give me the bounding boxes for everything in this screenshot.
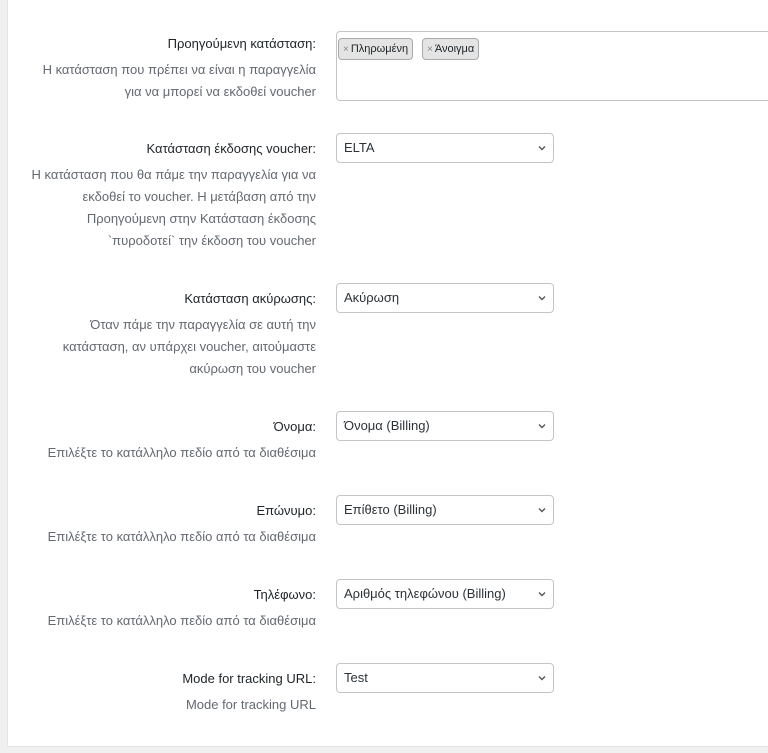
cancel-status-label: Κατάσταση ακύρωσης: (184, 291, 316, 306)
desc-line: Προηγούμενη στην Κατάσταση έκδοσης (86, 211, 316, 226)
select-value: Ακύρωση (344, 290, 400, 305)
chevron-down-icon (537, 580, 547, 608)
previous-status-multiselect[interactable]: × Πληρωμένη × Άνοιγμα (336, 31, 768, 101)
phone-label: Τηλέφωνο: (253, 587, 316, 602)
desc-line: Mode for tracking URL (185, 697, 316, 712)
tracking-mode-label: Mode for tracking URL: (182, 671, 316, 686)
desc-line: κατάσταση, αν υπάρχει voucher, αιτούμαστ… (62, 339, 316, 354)
last-name-label: Επώνυμο: (256, 503, 316, 518)
desc-line: Επιλέξτε το κατάλληλο πεδίο από τα διαθέ… (47, 613, 316, 628)
previous-status-label: Προηγούμενη κατάσταση: (167, 36, 316, 51)
desc-line: Η κατάσταση που θα πάμε την παραγγελία γ… (31, 167, 316, 182)
tag-label: Πληρωμένη (350, 43, 409, 55)
first-name-desc: Επιλέξτε το κατάλληλο πεδίο από τα διαθέ… (16, 442, 316, 464)
desc-line: Όταν πάμε την παραγγελία σε αυτή την (90, 317, 316, 332)
tracking-mode-select[interactable]: Test (336, 663, 554, 693)
select-value: Όνομα (Billing) (344, 418, 430, 433)
first-name-select[interactable]: Όνομα (Billing) (336, 411, 554, 441)
phone-desc: Επιλέξτε το κατάλληλο πεδίο από τα διαθέ… (16, 610, 316, 632)
select-value: Test (344, 670, 368, 685)
chevron-down-icon (537, 412, 547, 440)
desc-line: `πυροδοτεί` την έκδοση του voucher (107, 233, 316, 248)
desc-line: εκδοθεί το voucher. Η μετάβαση από την (82, 189, 316, 204)
desc-line: Επιλέξτε το κατάλληλο πεδίο από τα διαθέ… (47, 529, 316, 544)
desc-line: Η κατάσταση που πρέπει να είναι η παραγγ… (42, 62, 316, 77)
cancel-status-select[interactable]: Ακύρωση (336, 283, 554, 313)
chevron-down-icon (537, 134, 547, 162)
cancel-status-desc: Όταν πάμε την παραγγελία σε αυτή την κατ… (16, 314, 316, 380)
first-name-label: Όνομα: (273, 419, 316, 434)
select-value: Επίθετο (Billing) (344, 502, 437, 517)
chevron-down-icon (537, 664, 547, 692)
last-name-select[interactable]: Επίθετο (Billing) (336, 495, 554, 525)
last-name-desc: Επιλέξτε το κατάλληλο πεδίο από τα διαθέ… (16, 526, 316, 548)
remove-tag-icon[interactable]: × (427, 44, 433, 55)
desc-line: Επιλέξτε το κατάλληλο πεδίο από τα διαθέ… (47, 445, 316, 460)
desc-line: ακύρωση του voucher (189, 361, 316, 376)
voucher-status-desc: Η κατάσταση που θα πάμε την παραγγελία γ… (16, 164, 316, 252)
voucher-status-label: Κατάσταση έκδοσης voucher: (146, 141, 316, 156)
status-tag[interactable]: × Πληρωμένη (338, 38, 414, 60)
phone-select[interactable]: Αριθμός τηλεφώνου (Billing) (336, 579, 554, 609)
chevron-down-icon (537, 496, 547, 524)
select-value: ELTA (344, 140, 375, 155)
previous-status-desc: Η κατάσταση που πρέπει να είναι η παραγγ… (16, 59, 316, 103)
remove-tag-icon[interactable]: × (343, 44, 349, 55)
tracking-mode-desc: Mode for tracking URL (16, 694, 316, 716)
chevron-down-icon (537, 284, 547, 312)
voucher-status-select[interactable]: ELTA (336, 133, 554, 163)
desc-line: για να μπορεί να εκδοθεί voucher (124, 84, 316, 99)
tag-label: Άνοιγμα (434, 43, 475, 55)
status-tag[interactable]: × Άνοιγμα (422, 38, 480, 60)
select-value: Αριθμός τηλεφώνου (Billing) (344, 586, 506, 601)
